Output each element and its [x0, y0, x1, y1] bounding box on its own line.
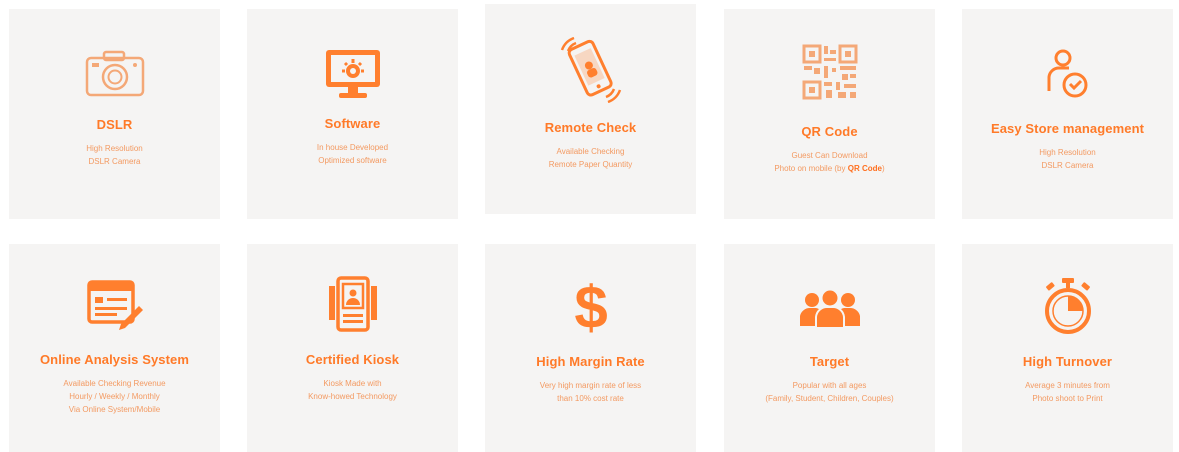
feature-description: High Resolution DSLR Camera [86, 144, 143, 166]
feature-description: Available Checking Remote Paper Quantity [548, 147, 633, 169]
camera-icon [85, 50, 144, 97]
feature-description: Kiosk Made with Know-howed Technology [308, 379, 397, 401]
feature-card-certified-kiosk: Certified Kiosk Kiosk Made with Know-how… [247, 244, 458, 452]
feature-title: QR Code [801, 124, 858, 139]
feature-card-remote-check: Remote Check Available Checking Remote P… [485, 4, 696, 214]
svg-text:$: $ [574, 276, 607, 336]
feature-title: High Margin Rate [536, 354, 645, 369]
monitor-gear-icon [325, 50, 380, 98]
feature-description: Popular with all ages (Family, Student, … [765, 381, 894, 403]
feature-title: DSLR [96, 117, 133, 132]
user-check-icon [1047, 49, 1087, 98]
feature-title: High Turnover [1022, 354, 1113, 369]
feature-description: Average 3 minutes from Photo shoot to Pr… [1025, 381, 1110, 403]
feature-card-easy-store-management: Easy Store management High Resolution DS… [962, 9, 1173, 219]
feature-card-software: Software In house Developed Optimized so… [247, 9, 458, 219]
feature-title: Software [324, 116, 381, 131]
kiosk-icon [328, 276, 377, 332]
feature-card-high-turnover: High Turnover Average 3 minutes from Pho… [962, 244, 1173, 452]
feature-description: Available Checking Revenue Hourly / Week… [63, 379, 166, 414]
feature-card-online-analysis-system: Online Analysis System Available Checkin… [9, 244, 220, 452]
phone-signal-icon [560, 37, 621, 103]
feature-title: Certified Kiosk [305, 352, 400, 367]
group-icon [799, 288, 860, 329]
feature-card-high-margin-rate: $ High Margin Rate Very high margin rate… [485, 244, 696, 452]
feature-card-dslr: DSLR High Resolution DSLR Camera [9, 9, 220, 219]
feature-card-target: Target Popular with all ages (Family, St… [724, 244, 935, 452]
feature-description: In house Developed Optimized software [316, 143, 389, 165]
dollar-icon: $ [574, 276, 607, 336]
stopwatch-icon [1044, 278, 1091, 334]
feature-description: Guest Can Download Photo on mobile (by Q… [774, 151, 885, 173]
browser-edit-icon [86, 280, 143, 330]
feature-title: Target [809, 354, 850, 369]
feature-description: High Resolution DSLR Camera [1039, 148, 1096, 170]
feature-card-qr-code: QR Code Guest Can Download Photo on mobi… [724, 9, 935, 219]
feature-title: Online Analysis System [39, 352, 190, 367]
feature-title: Easy Store management [990, 121, 1145, 136]
feature-description: Very high margin rate of less than 10% c… [539, 381, 642, 403]
feature-title: Remote Check [544, 120, 637, 135]
qr-code-icon [802, 44, 857, 100]
